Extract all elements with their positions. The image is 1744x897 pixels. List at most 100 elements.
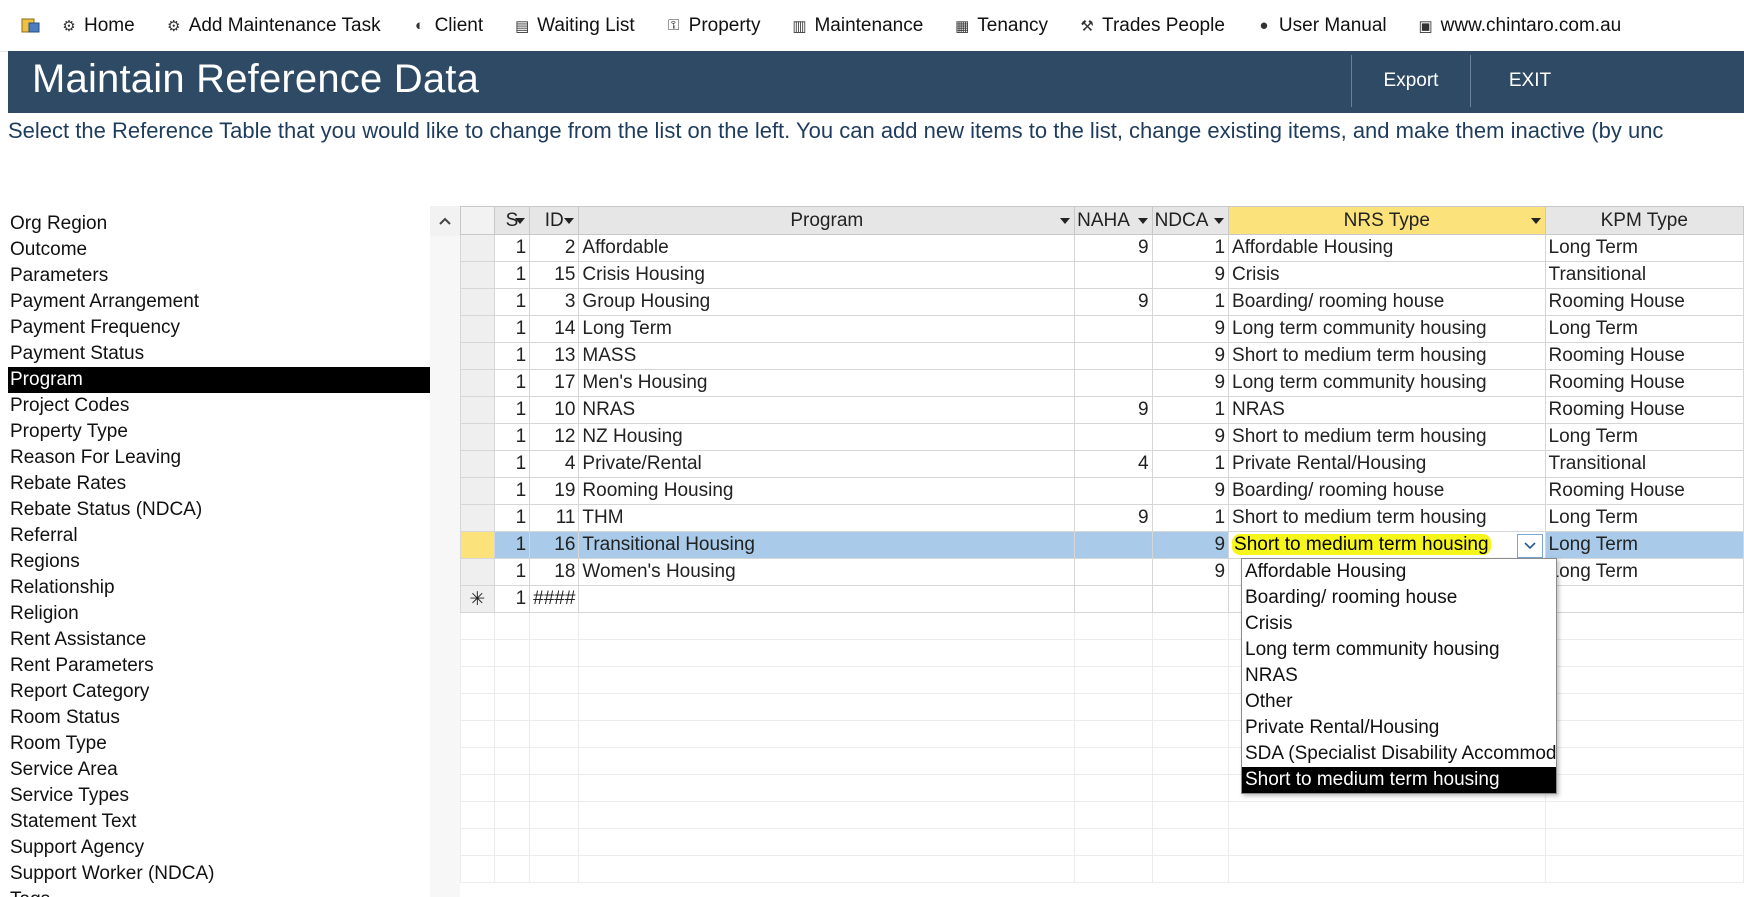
menu-item-add-maintenance-task[interactable]: ⚙ Add Maintenance Task: [165, 15, 381, 37]
cell-program[interactable]: MASS: [578, 342, 1076, 370]
cell-nrs-type[interactable]: Short to medium term housing: [1228, 342, 1546, 370]
reference-table-item[interactable]: Service Types: [8, 783, 430, 809]
cell-kpm-type[interactable]: Rooming House: [1544, 288, 1744, 316]
menu-item-tenancy[interactable]: ▦ Tenancy: [953, 15, 1048, 37]
cell-ndca[interactable]: 1: [1151, 396, 1230, 424]
menu-item-property[interactable]: ⚿ Property: [665, 15, 761, 37]
dropdown-option[interactable]: Affordable Housing: [1242, 559, 1556, 585]
row-selector[interactable]: [460, 288, 495, 316]
cell-nrs-type[interactable]: Private Rental/Housing: [1228, 450, 1546, 478]
cell-nrs-type[interactable]: Short to medium term housing: [1228, 423, 1546, 451]
cell-kpm-type[interactable]: Long Term: [1544, 234, 1744, 262]
cell-program[interactable]: Long Term: [578, 315, 1076, 343]
cell-naha[interactable]: [1074, 531, 1153, 559]
nrs-type-combobox[interactable]: Short to medium term housing: [1228, 531, 1546, 559]
cell-nrs-type[interactable]: Long term community housing: [1228, 369, 1546, 397]
cell-id[interactable]: 15: [529, 261, 580, 289]
export-button[interactable]: Export: [1351, 55, 1470, 107]
reference-table-item[interactable]: Reason For Leaving: [8, 445, 430, 471]
reference-table-item[interactable]: Rent Assistance: [8, 627, 430, 653]
column-filter-icon[interactable]: [1060, 218, 1071, 224]
cell-ndca[interactable]: 9: [1151, 423, 1230, 451]
reference-table-item[interactable]: Org Region: [8, 211, 430, 237]
row-selector[interactable]: [460, 261, 495, 289]
cell-kpm-type[interactable]: Long Term: [1544, 531, 1744, 559]
empty-cell[interactable]: [1074, 585, 1153, 613]
reference-table-item[interactable]: Relationship: [8, 575, 430, 601]
column-filter-icon[interactable]: [515, 218, 526, 224]
menu-item-home[interactable]: ⚙ Home: [60, 15, 134, 37]
cell-nrs-type[interactable]: Boarding/ rooming house: [1228, 288, 1546, 316]
menu-item-client[interactable]: ◐ Client: [411, 15, 483, 37]
cell-ndca[interactable]: 9: [1151, 369, 1230, 397]
cell-program[interactable]: Affordable: [578, 234, 1076, 262]
table-row[interactable]: 1 12 NZ Housing 9 Short to medium term housi…: [460, 423, 1744, 451]
cell-nrs-type[interactable]: Affordable Housing: [1228, 234, 1546, 262]
cell-kpm-type[interactable]: Rooming House: [1544, 396, 1744, 424]
cell-program[interactable]: Group Housing: [578, 288, 1076, 316]
reference-table-item[interactable]: Rebate Rates: [8, 471, 430, 497]
cell-id[interactable]: 19: [529, 477, 580, 505]
cell-ndca[interactable]: 9: [1151, 315, 1230, 343]
cell-naha[interactable]: 9: [1074, 234, 1153, 262]
cell-id[interactable]: ####: [529, 585, 580, 613]
column-filter-icon[interactable]: [1214, 218, 1225, 224]
row-selector[interactable]: [460, 504, 495, 532]
reference-table-item[interactable]: Outcome: [8, 237, 430, 263]
reference-table-item[interactable]: Report Category: [8, 679, 430, 705]
cell-id[interactable]: 18: [529, 558, 580, 586]
column-header-ndca[interactable]: NDCA: [1151, 206, 1230, 235]
cell-program[interactable]: Private/Rental: [578, 450, 1076, 478]
cell-naha[interactable]: [1074, 342, 1153, 370]
new-record-icon[interactable]: ✳: [460, 585, 495, 613]
cell-s[interactable]: 1: [493, 531, 531, 559]
empty-cell[interactable]: [1544, 585, 1744, 613]
column-header-id[interactable]: ID: [529, 206, 580, 235]
cell-naha[interactable]: 9: [1074, 396, 1153, 424]
cell-program[interactable]: NRAS: [578, 396, 1076, 424]
cell-s[interactable]: 1: [493, 504, 531, 532]
table-row[interactable]: 1 16 Transitional Housing 9 Short to medium …: [460, 531, 1744, 559]
cell-id[interactable]: 4: [529, 450, 580, 478]
cell-nrs-type[interactable]: Crisis: [1228, 261, 1546, 289]
cell-ndca[interactable]: 9: [1151, 531, 1230, 559]
cell-ndca[interactable]: 1: [1151, 504, 1230, 532]
row-selector[interactable]: [460, 531, 495, 559]
cell-s[interactable]: 1: [493, 369, 531, 397]
table-row[interactable]: 1 10 NRAS 9 1 NRAS Rooming House: [460, 396, 1744, 424]
cell-s[interactable]: 1: [493, 396, 531, 424]
cell-s[interactable]: 1: [493, 477, 531, 505]
cell-kpm-type[interactable]: Long Term: [1544, 558, 1744, 586]
table-row[interactable]: 1 13 MASS 9 Short to medium term housing Room…: [460, 342, 1744, 370]
column-filter-icon[interactable]: [1530, 218, 1541, 224]
cell-kpm-type[interactable]: Transitional: [1544, 450, 1744, 478]
cell-program[interactable]: NZ Housing: [578, 423, 1076, 451]
menu-item-www-chintaro-com-au[interactable]: ▣ www.chintaro.com.au: [1417, 15, 1622, 37]
reference-table-item[interactable]: Parameters: [8, 263, 430, 289]
cell-program[interactable]: Women's Housing: [578, 558, 1076, 586]
cell-id[interactable]: 14: [529, 315, 580, 343]
reference-table-item[interactable]: Program: [8, 367, 430, 393]
cell-kpm-type[interactable]: Rooming House: [1544, 477, 1744, 505]
cell-naha[interactable]: [1074, 315, 1153, 343]
reference-table-item[interactable]: Referral: [8, 523, 430, 549]
cell-s[interactable]: 1: [493, 342, 531, 370]
reference-table-item[interactable]: Service Area: [8, 757, 430, 783]
row-selector[interactable]: [460, 477, 495, 505]
cell-naha[interactable]: 9: [1074, 504, 1153, 532]
cell-ndca[interactable]: 1: [1151, 450, 1230, 478]
cell-program[interactable]: THM: [578, 504, 1076, 532]
dropdown-option[interactable]: Private Rental/Housing: [1242, 715, 1556, 741]
table-row[interactable]: 1 4 Private/Rental 4 1 Private Rental/Housing…: [460, 450, 1744, 478]
cell-s[interactable]: 1: [493, 261, 531, 289]
reference-table-item[interactable]: Support Worker (NDCA): [8, 861, 430, 887]
cell-ndca[interactable]: 9: [1151, 342, 1230, 370]
empty-cell[interactable]: [1151, 585, 1230, 613]
cell-s[interactable]: 1: [493, 585, 531, 613]
cell-s[interactable]: 1: [493, 558, 531, 586]
dropdown-option[interactable]: Crisis: [1242, 611, 1556, 637]
dropdown-option[interactable]: Short to medium term housing: [1242, 767, 1556, 793]
reference-table-item[interactable]: Room Type: [8, 731, 430, 757]
cell-naha[interactable]: [1074, 261, 1153, 289]
table-row[interactable]: 1 17 Men's Housing 9 Long term community hou…: [460, 369, 1744, 397]
